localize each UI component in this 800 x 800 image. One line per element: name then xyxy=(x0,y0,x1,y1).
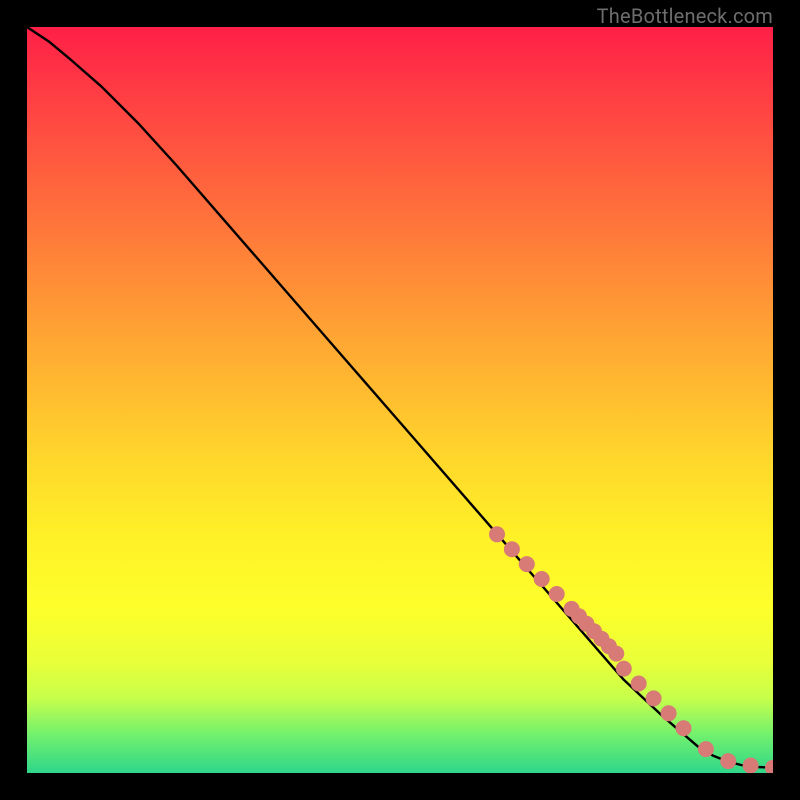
data-marker xyxy=(586,623,602,639)
data-marker xyxy=(608,646,624,662)
data-marker xyxy=(571,608,587,624)
curve-overlay xyxy=(27,27,773,773)
data-marker xyxy=(593,631,609,647)
data-marker xyxy=(564,601,580,617)
data-marker xyxy=(720,753,736,769)
data-marker xyxy=(601,638,617,654)
data-marker xyxy=(661,705,677,721)
data-marker xyxy=(616,661,632,677)
data-marker xyxy=(489,526,505,542)
data-marker xyxy=(765,760,773,773)
data-marker xyxy=(504,541,520,557)
data-marker xyxy=(549,586,565,602)
plot-area xyxy=(27,27,773,773)
attribution-text: TheBottleneck.com xyxy=(597,4,773,28)
marker-group xyxy=(489,526,773,773)
data-marker xyxy=(676,720,692,736)
data-marker xyxy=(534,571,550,587)
data-marker xyxy=(698,741,714,757)
data-marker xyxy=(631,676,647,692)
data-marker xyxy=(743,758,759,774)
curve-line xyxy=(27,27,773,768)
data-marker xyxy=(579,616,595,632)
chart-frame: TheBottleneck.com xyxy=(0,0,800,800)
data-marker xyxy=(519,556,535,572)
data-marker xyxy=(646,690,662,706)
